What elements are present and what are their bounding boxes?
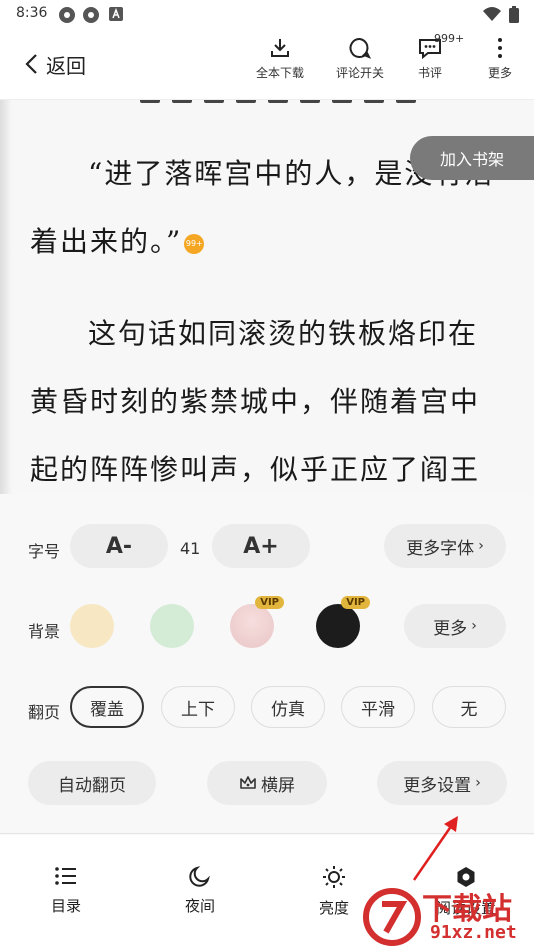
crown-icon: [240, 776, 256, 789]
status-time: 8:36: [16, 5, 48, 21]
nav-catalog-label: 目录: [50, 897, 81, 915]
nav-brightness[interactable]: 亮度: [294, 865, 374, 918]
page-mode-simulation[interactable]: 仿真: [251, 686, 325, 728]
clipped-text-line: [140, 100, 450, 106]
download-all-label: 全本下载: [255, 66, 304, 80]
font-decrease-button[interactable]: A-: [70, 524, 168, 568]
more-fonts-button[interactable]: 更多字体 ›: [384, 524, 506, 568]
bg-more-button[interactable]: 更多 ›: [404, 604, 506, 648]
nav-brightness-label: 亮度: [318, 899, 349, 917]
landscape-button[interactable]: 横屏: [207, 761, 327, 805]
more-label: 更多: [487, 66, 512, 80]
text-line: 黄昏时刻的紫禁城中，伴随着宫中: [30, 385, 481, 418]
nav-night-mode[interactable]: 夜间: [160, 865, 240, 916]
more-settings-button[interactable]: 更多设置 ›: [377, 761, 507, 805]
page-mode-vertical[interactable]: 上下: [161, 686, 235, 728]
back-button[interactable]: 返回: [24, 50, 86, 78]
bg-dark-swatch[interactable]: VIP: [316, 596, 370, 648]
page-mode-none[interactable]: 无: [432, 686, 506, 728]
notification-a-icon: [109, 7, 123, 21]
vip-badge: VIP: [341, 596, 370, 609]
page-mode-smooth[interactable]: 平滑: [341, 686, 415, 728]
font-increase-button[interactable]: A+: [212, 524, 310, 568]
bg-pink-art-swatch[interactable]: VIP: [230, 596, 284, 648]
list-icon: [55, 867, 76, 885]
app-notification-icon: [83, 7, 99, 23]
page-edge-shadow: [0, 100, 12, 494]
review-count-badge: 999+: [434, 32, 465, 45]
wifi-icon: [483, 7, 501, 21]
auto-page-turn-button[interactable]: 自动翻页: [28, 761, 156, 805]
bg-cream-swatch[interactable]: [70, 604, 114, 648]
font-size-label: 字号: [28, 542, 61, 561]
book-review-button[interactable]: 999+ 书评: [412, 32, 464, 81]
sun-icon: [323, 866, 345, 888]
download-icon: [271, 39, 289, 57]
font-size-value: 41: [180, 539, 201, 558]
text-line: 起的阵阵惨叫声，似乎正应了阎王: [30, 453, 481, 486]
reading-settings-panel: 字号 A- 41 A+ 更多字体 › 背景 VIP VIP 更多 › 翻页 覆盖 上…: [0, 494, 534, 834]
vip-badge: VIP: [255, 596, 284, 609]
page-turn-label: 翻页: [28, 703, 61, 722]
comment-toggle-label: 评论开关: [335, 66, 384, 80]
status-bar: 8:36: [0, 0, 534, 28]
nav-catalog[interactable]: 目录: [26, 865, 106, 916]
nav-reading-settings-label: 阅读设置: [435, 899, 496, 917]
moon-icon: [189, 866, 210, 887]
page-mode-cover[interactable]: 覆盖: [70, 686, 144, 728]
book-review-label: 书评: [417, 66, 442, 80]
reader-top-bar: 返回 全本下载 评论开关 999+ 书评 更多: [0, 28, 534, 100]
text-line: 这句话如同滚烫的铁板烙印在: [88, 317, 479, 350]
app-notification-icon: [59, 7, 75, 23]
nav-night-label: 夜间: [184, 897, 215, 915]
more-icon: [498, 38, 502, 58]
add-to-shelf-button[interactable]: 加入书架: [410, 136, 534, 180]
chevron-right-icon: ›: [475, 775, 481, 791]
text-line: 着出来的。” 99+: [30, 225, 205, 258]
red-annotation-arrow: [412, 816, 458, 881]
comment-toggle-button[interactable]: 评论开关: [330, 36, 390, 81]
comment-icon: [349, 37, 372, 59]
download-all-button[interactable]: 全本下载: [252, 36, 308, 81]
bg-green-swatch[interactable]: [150, 604, 194, 648]
more-button[interactable]: 更多: [484, 36, 516, 81]
back-label: 返回: [46, 53, 86, 78]
battery-icon: [509, 6, 519, 23]
chevron-right-icon: ›: [471, 618, 477, 634]
chevron-right-icon: ›: [478, 538, 484, 554]
paragraph-comment-badge[interactable]: 99+: [184, 233, 205, 254]
chevron-left-icon: [25, 54, 37, 74]
background-label: 背景: [28, 622, 61, 641]
